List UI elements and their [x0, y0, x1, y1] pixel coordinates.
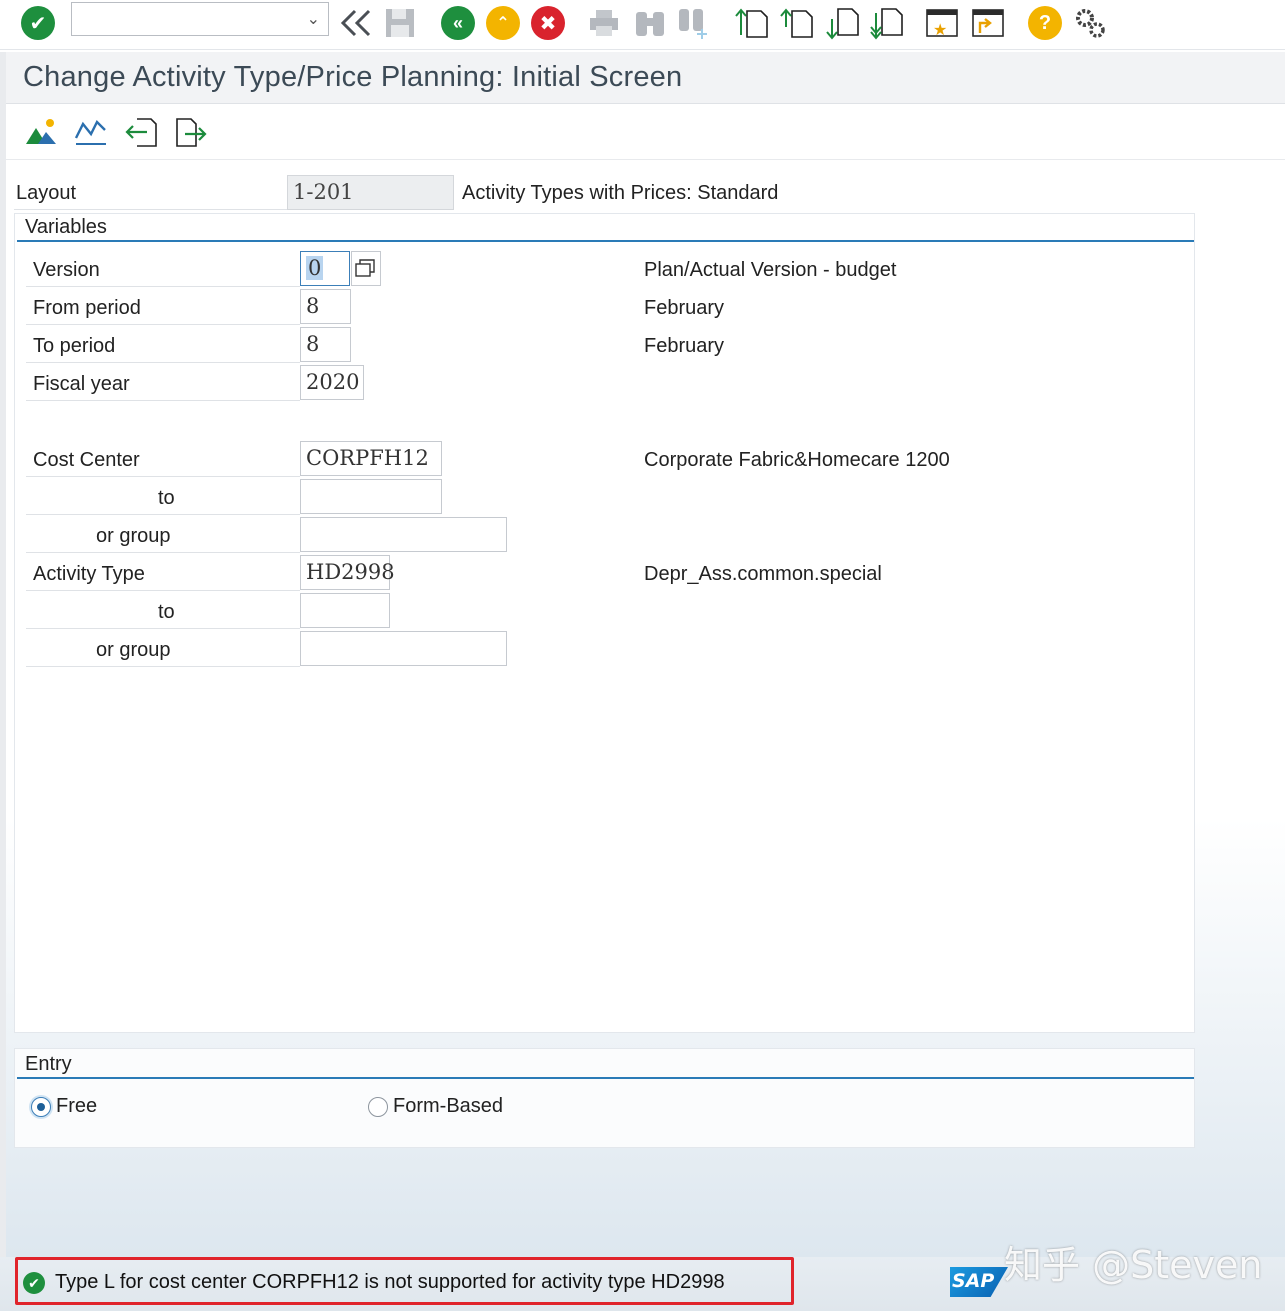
- activity-type-label: Activity Type: [33, 563, 145, 585]
- layout-label: Layout: [16, 182, 77, 204]
- export-icon[interactable]: [173, 116, 209, 148]
- form-based-radio-label[interactable]: Form-Based: [393, 1095, 503, 1118]
- last-page-icon[interactable]: [868, 4, 904, 42]
- variables-group: Variables Version 0 Plan/Actual Version …: [14, 213, 1195, 1033]
- title-bar: Change Activity Type/Price Planning: Ini…: [6, 52, 1285, 104]
- enter-check-icon[interactable]: ✔: [20, 4, 56, 42]
- main-content: Layout 1-201 Activity Types with Prices:…: [6, 160, 1285, 1257]
- status-message: Type L for cost center CORPFH12 is not s…: [55, 1271, 725, 1293]
- form-based-radio[interactable]: [368, 1097, 388, 1117]
- first-page-icon[interactable]: [733, 4, 769, 42]
- save-icon[interactable]: [382, 4, 418, 42]
- activity-type-input[interactable]: HD2998: [300, 555, 395, 590]
- success-check-icon: ✔: [23, 1272, 45, 1294]
- free-radio-label[interactable]: Free: [56, 1095, 97, 1118]
- previous-page-icon[interactable]: [778, 4, 814, 42]
- from-period-label: From period: [33, 297, 141, 319]
- cancel-icon[interactable]: ✖: [530, 4, 566, 42]
- group-underline: [17, 1077, 1194, 1079]
- activity-type-group-input[interactable]: [300, 631, 507, 666]
- activity-type-group-label: or group: [96, 639, 171, 661]
- find-icon[interactable]: [632, 4, 668, 42]
- help-icon[interactable]: ?: [1027, 4, 1063, 42]
- activity-type-to-input[interactable]: [300, 593, 390, 628]
- application-toolbar: [6, 104, 1285, 160]
- command-field[interactable]: ⌄: [71, 2, 329, 36]
- version-search-help[interactable]: [351, 251, 381, 286]
- to-period-label: To period: [33, 335, 116, 357]
- page-title: Change Activity Type/Price Planning: Ini…: [23, 61, 683, 93]
- back-double-chevron-icon[interactable]: [338, 4, 374, 42]
- version-label: Version: [33, 259, 100, 281]
- svg-text:★: ★: [933, 22, 947, 39]
- row-divider: [26, 552, 300, 553]
- cost-center-group-input[interactable]: [300, 517, 507, 552]
- to-period-input[interactable]: 8: [300, 327, 351, 362]
- line-chart-icon[interactable]: [73, 116, 109, 148]
- group-underline: [17, 240, 1194, 242]
- row-divider: [26, 628, 300, 629]
- row-divider: [26, 666, 300, 667]
- cost-center-to-label: to: [158, 487, 175, 509]
- version-input[interactable]: 0: [300, 251, 350, 286]
- layout-field: 1-201: [287, 175, 454, 210]
- version-value: 0: [306, 256, 324, 280]
- fiscal-year-input[interactable]: 2020: [300, 365, 364, 400]
- entry-group: Entry Free Form-Based: [14, 1048, 1195, 1148]
- cost-center-to-input[interactable]: [300, 479, 442, 514]
- overview-icon[interactable]: [24, 116, 60, 148]
- to-period-description: February: [644, 335, 725, 357]
- activity-type-description: Depr_Ass.common.special: [644, 563, 882, 585]
- row-divider: [26, 514, 300, 515]
- fiscal-year-label: Fiscal year: [33, 373, 130, 395]
- row-divider: [26, 362, 300, 363]
- exit-icon[interactable]: ⌃: [485, 4, 521, 42]
- row-divider: [26, 590, 300, 591]
- layout-description: Activity Types with Prices: Standard: [462, 182, 779, 204]
- watermark-text: 知乎 @Steven: [1004, 1243, 1263, 1287]
- row-divider: [26, 476, 300, 477]
- row-divider: [26, 400, 300, 401]
- row-divider: [26, 286, 300, 287]
- back-icon[interactable]: «: [440, 4, 476, 42]
- cost-center-label: Cost Center: [33, 449, 140, 471]
- command-dropdown-icon[interactable]: ⌄: [307, 9, 320, 29]
- find-next-icon[interactable]: [676, 4, 712, 42]
- create-shortcut-icon[interactable]: [970, 4, 1006, 42]
- import-icon[interactable]: [123, 116, 159, 148]
- next-page-icon[interactable]: [824, 4, 860, 42]
- value-help-icon: [355, 259, 375, 277]
- sap-logo: SAP: [950, 1267, 1008, 1297]
- from-period-input[interactable]: 8: [300, 289, 351, 324]
- create-session-icon[interactable]: ★: [924, 4, 960, 42]
- cost-center-input[interactable]: CORPFH12: [300, 441, 442, 476]
- activity-type-to-label: to: [158, 601, 175, 623]
- free-radio[interactable]: [31, 1097, 51, 1117]
- cost-center-description: Corporate Fabric&Homecare 1200: [644, 449, 950, 471]
- variables-group-title: Variables: [25, 216, 107, 238]
- cost-center-group-label: or group: [96, 525, 171, 547]
- print-icon[interactable]: [586, 4, 622, 42]
- row-divider: [14, 209, 287, 210]
- version-description: Plan/Actual Version - budget: [644, 259, 897, 281]
- row-divider: [26, 324, 300, 325]
- system-toolbar: ✔ ⌄ « ⌃ ✖ ★ ?: [0, 0, 1285, 50]
- entry-group-title: Entry: [25, 1053, 72, 1075]
- from-period-description: February: [644, 297, 725, 319]
- status-message-highlight[interactable]: ✔ Type L for cost center CORPFH12 is not…: [15, 1257, 794, 1305]
- settings-gear-icon[interactable]: [1072, 4, 1108, 42]
